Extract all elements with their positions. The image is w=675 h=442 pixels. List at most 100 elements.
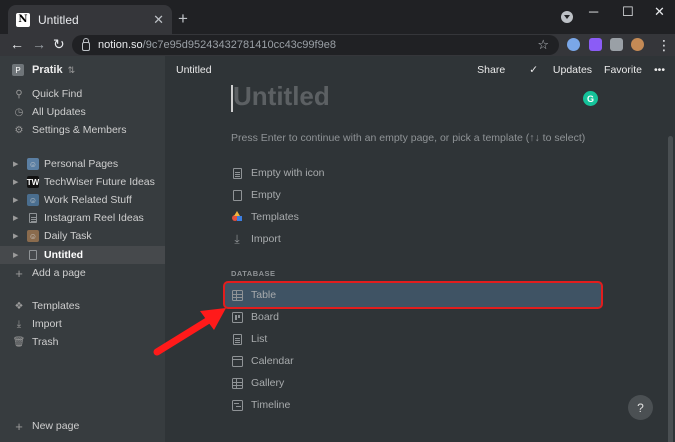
sidebar-item-label: Trash [32, 336, 59, 348]
sidebar-item-all-updates[interactable]: ◷ All Updates [0, 103, 165, 121]
minimize-button[interactable]: ─ [589, 4, 598, 19]
check-icon: ✓ [529, 64, 541, 76]
browser-toolbar: ← → ↻ notion.so/9c7e95d95243432781410cc4… [0, 34, 675, 56]
tab-search-icon[interactable] [561, 11, 573, 23]
database-option-board[interactable]: Board [231, 308, 279, 326]
sidebar-item-label: Instagram Reel Ideas [44, 212, 144, 224]
sidebar-item-settings[interactable]: ⚙ Settings & Members [0, 121, 165, 139]
forward-arrow-icon[interactable]: → [32, 36, 46, 52]
sidebar-page-instagram[interactable]: ▶ Instagram Reel Ideas [0, 209, 165, 227]
plus-icon: + [15, 265, 23, 281]
chevron-updown-icon: ⇅ [67, 64, 76, 75]
table-icon [231, 289, 243, 301]
updates-button[interactable]: ✓ Updates [517, 64, 592, 76]
lock-icon [82, 37, 90, 51]
option-import[interactable]: ⤓ Import [231, 230, 281, 248]
add-page-button[interactable]: + Add a page [0, 264, 165, 282]
scrollbar[interactable] [668, 136, 673, 442]
database-option-calendar[interactable]: Calendar [231, 352, 294, 370]
templates-icon: ❖ [14, 300, 24, 312]
sidebar-item-label: Templates [32, 300, 80, 312]
topbar-actions: Share ✓ Updates Favorite ••• [465, 64, 665, 76]
database-option-timeline[interactable]: Timeline [231, 396, 290, 414]
board-icon [231, 311, 243, 323]
templates-shapes-icon [231, 211, 243, 223]
page-emoji-icon: ☺ [27, 158, 39, 170]
browser-tab[interactable]: N Untitled ✕ [8, 5, 172, 34]
back-arrow-icon[interactable]: ← [10, 36, 24, 52]
tab-close-icon[interactable]: ✕ [153, 12, 164, 28]
option-label: Empty [251, 189, 281, 201]
sidebar-item-trash[interactable]: 🗑 Trash [0, 333, 165, 351]
option-label: Import [251, 233, 281, 245]
table-highlight-box [223, 281, 603, 309]
sidebar-page-personal-pages[interactable]: ▶ ☺ Personal Pages [0, 155, 165, 173]
more-options-icon[interactable]: ••• [654, 64, 665, 76]
option-empty-with-icon[interactable]: Empty with icon [231, 164, 325, 182]
sidebar-item-import[interactable]: ⤓ Import [0, 315, 165, 333]
tab-title: Untitled [38, 12, 79, 27]
close-window-button[interactable]: ✕ [654, 4, 665, 20]
database-option-gallery[interactable]: Gallery [231, 374, 284, 392]
option-label: Templates [251, 211, 299, 223]
sidebar-page-work[interactable]: ▶ ☺ Work Related Stuff [0, 191, 165, 209]
option-label: Timeline [251, 399, 291, 411]
sidebar-item-label: Daily Task [44, 230, 92, 242]
grammarly-icon[interactable]: G [583, 91, 598, 106]
expand-triangle-icon[interactable]: ▶ [13, 178, 21, 186]
workspace-name: Pratik [32, 64, 63, 76]
expand-triangle-icon[interactable]: ▶ [13, 232, 21, 240]
workspace-switcher[interactable]: P Pratik ⇅ [12, 64, 75, 76]
expand-triangle-icon[interactable]: ▶ [13, 251, 21, 259]
option-label: Board [251, 311, 280, 323]
chrome-menu-icon[interactable]: ⋮ [657, 37, 671, 54]
breadcrumb[interactable]: Untitled [176, 64, 212, 76]
database-option-list[interactable]: List [231, 330, 267, 348]
clock-icon: ◷ [14, 106, 24, 118]
sidebar-page-untitled[interactable]: ▶ Untitled [0, 246, 165, 264]
sidebar-item-quick-find[interactable]: ⚲ Quick Find [0, 85, 165, 103]
expand-triangle-icon[interactable]: ▶ [13, 214, 21, 222]
address-bar[interactable]: notion.so/9c7e95d95243432781410cc43c99f9… [72, 35, 559, 55]
template-hint: Press Enter to continue with an empty pa… [231, 132, 586, 144]
url-text: notion.so/9c7e95d95243432781410cc43c99f9… [98, 39, 336, 51]
sidebar-item-label: Untitled [44, 249, 84, 261]
maximize-button[interactable]: ☐ [622, 4, 634, 20]
option-label: List [251, 333, 268, 345]
new-page-button[interactable]: + New page [0, 417, 165, 435]
puzzle-icon[interactable] [610, 38, 623, 51]
notion-favicon-icon: N [16, 12, 30, 27]
page-doc-icon [27, 212, 39, 224]
new-tab-button[interactable]: + [178, 9, 188, 29]
user-avatar[interactable] [631, 38, 644, 51]
favorite-button[interactable]: Favorite [604, 64, 642, 76]
profile-extension-icon[interactable] [567, 38, 580, 51]
sidebar-item-templates[interactable]: ❖ Templates [0, 297, 165, 315]
sidebar-item-label: Settings & Members [32, 124, 127, 136]
sidebar-item-label: All Updates [32, 106, 86, 118]
option-label: Empty with icon [251, 167, 325, 179]
database-option-table[interactable]: Table [231, 286, 276, 304]
reload-icon[interactable]: ↻ [53, 36, 65, 53]
bookmark-star-icon[interactable]: ☆ [537, 37, 549, 53]
option-label: Table [251, 289, 277, 301]
plus-icon: + [15, 418, 23, 434]
gallery-icon [231, 377, 243, 389]
sidebar-item-label: Personal Pages [44, 158, 119, 170]
extension-icon[interactable] [589, 38, 602, 51]
expand-triangle-icon[interactable]: ▶ [13, 160, 21, 168]
help-button[interactable]: ? [628, 395, 653, 420]
sidebar-item-label: Import [32, 318, 62, 330]
option-empty[interactable]: Empty [231, 186, 281, 204]
option-templates[interactable]: Templates [231, 208, 299, 226]
page-emoji-icon: ☺ [27, 194, 39, 206]
import-icon: ⤓ [16, 318, 22, 330]
sidebar-item-label: New page [32, 420, 80, 432]
share-button[interactable]: Share [477, 64, 505, 76]
sidebar-page-daily-task[interactable]: ▶ ☺ Daily Task [0, 227, 165, 245]
sidebar-page-techwiser[interactable]: ▶ TW TechWiser Future Ideas [0, 173, 165, 191]
sidebar-item-label: Work Related Stuff [44, 194, 132, 206]
expand-triangle-icon[interactable]: ▶ [13, 196, 21, 204]
page-title-input[interactable]: Untitled [233, 81, 330, 112]
doc-icon [231, 189, 243, 201]
